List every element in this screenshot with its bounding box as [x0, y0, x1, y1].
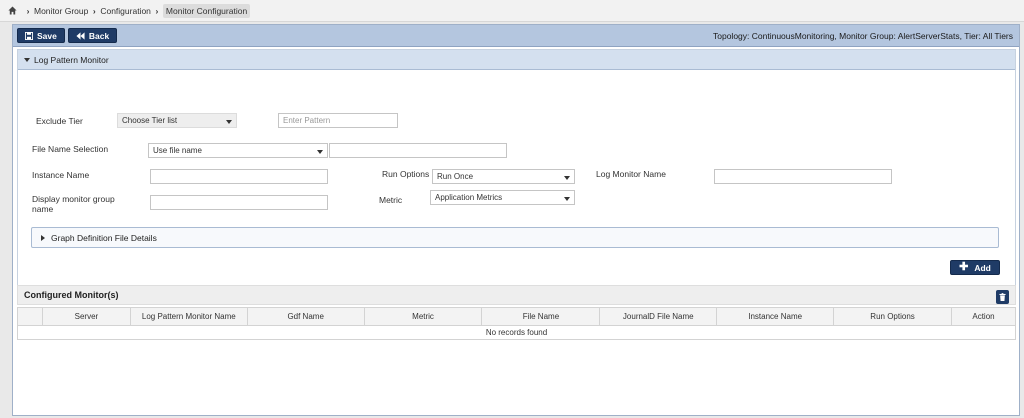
display-monitor-group-label-line1: Display monitor group: [32, 194, 115, 204]
column-header-action: Action: [950, 307, 1017, 326]
instance-name-input[interactable]: [150, 169, 328, 184]
log-pattern-monitor-panel: Log Pattern Monitor Exclude Tier Choose …: [17, 49, 1016, 289]
save-button-label: Save: [37, 30, 57, 41]
file-name-selection-value: Use file name: [153, 146, 202, 155]
caret-right-icon: [41, 234, 45, 241]
back-button[interactable]: Back: [67, 28, 118, 43]
file-name-selection-label: File Name Selection: [32, 144, 109, 154]
add-button[interactable]: ✚ Add: [950, 260, 1000, 275]
display-monitor-group-label-line2: name: [32, 204, 54, 214]
chevron-right-icon: ›: [92, 5, 96, 16]
chevron-down-icon: [226, 120, 232, 124]
column-header-select: [17, 307, 43, 326]
metric-value: Application Metrics: [435, 193, 503, 202]
configured-monitors-table: Server Log Pattern Monitor Name Gdf Name…: [17, 307, 1017, 340]
exclude-tier-label: Exclude Tier: [36, 116, 83, 126]
trash-icon: [999, 293, 1006, 301]
panel-title: Log Pattern Monitor: [34, 54, 109, 65]
run-options-value: Run Once: [437, 172, 474, 181]
run-options-label: Run Options: [382, 169, 430, 179]
save-icon: [25, 31, 33, 40]
breadcrumb-item-monitor-group[interactable]: Monitor Group: [34, 6, 88, 16]
breadcrumb: › Monitor Group › Configuration › Monito…: [0, 0, 1024, 22]
configured-monitors-section: Configured Monitor(s) Server Log Pattern…: [17, 285, 1017, 413]
metric-label: Metric: [379, 195, 403, 205]
file-name-selection-select[interactable]: Use file name: [148, 143, 328, 158]
home-icon[interactable]: [8, 6, 17, 15]
configured-monitors-title: Configured Monitor(s): [24, 290, 119, 300]
log-pattern-monitor-header[interactable]: Log Pattern Monitor: [18, 50, 1015, 70]
add-button-label: Add: [974, 262, 991, 273]
delete-button[interactable]: [996, 290, 1009, 304]
instance-name-label: Instance Name: [32, 170, 90, 180]
exclude-tier-value: Choose Tier list: [122, 116, 178, 125]
back-icon: [76, 31, 85, 40]
back-button-label: Back: [88, 30, 110, 41]
toolbar: Save Back Topology: ContinuousMonitoring…: [13, 25, 1019, 47]
column-header-gdf-name[interactable]: Gdf Name: [246, 307, 365, 326]
graph-definition-file-details[interactable]: Graph Definition File Details: [31, 227, 999, 248]
chevron-right-icon: ›: [155, 5, 159, 16]
gdf-title: Graph Definition File Details: [51, 232, 157, 243]
column-header-server[interactable]: Server: [41, 307, 131, 326]
chevron-down-icon: [564, 176, 570, 180]
save-button[interactable]: Save: [17, 28, 65, 43]
log-monitor-name-input[interactable]: [714, 169, 892, 184]
breadcrumb-item-configuration[interactable]: Configuration: [100, 6, 151, 16]
display-monitor-group-label: Display monitor group name: [32, 194, 115, 214]
plus-icon: ✚: [959, 261, 969, 273]
display-monitor-group-input[interactable]: [150, 195, 328, 210]
chevron-down-icon: [317, 150, 323, 154]
file-name-input[interactable]: [329, 143, 507, 158]
chevron-right-icon: ›: [26, 5, 30, 16]
caret-down-icon: [24, 57, 30, 62]
metric-select[interactable]: Application Metrics: [430, 190, 575, 205]
chevron-down-icon: [564, 197, 570, 201]
breadcrumb-item-monitor-configuration: Monitor Configuration: [162, 3, 251, 18]
exclude-tier-select[interactable]: Choose Tier list: [117, 113, 237, 128]
column-header-log-pattern-monitor-name[interactable]: Log Pattern Monitor Name: [129, 307, 248, 326]
column-header-run-options[interactable]: Run Options: [833, 307, 952, 326]
column-header-file-name[interactable]: File Name: [481, 307, 601, 326]
table-row: No records found: [17, 325, 1016, 340]
column-header-metric[interactable]: Metric: [363, 307, 483, 326]
run-options-select[interactable]: Run Once: [432, 169, 575, 184]
empty-message: No records found: [17, 325, 1016, 340]
pattern-input[interactable]: [278, 113, 398, 128]
topology-info: Topology: ContinuousMonitoring, Monitor …: [713, 31, 1013, 41]
column-header-journald-file-name[interactable]: JournalD File Name: [599, 307, 718, 326]
column-header-instance-name[interactable]: Instance Name: [716, 307, 835, 326]
main-frame: Save Back Topology: ContinuousMonitoring…: [12, 24, 1020, 416]
configured-monitors-header: Configured Monitor(s): [17, 285, 1016, 305]
table-header-row: Server Log Pattern Monitor Name Gdf Name…: [17, 307, 1017, 326]
log-monitor-name-label: Log Monitor Name: [596, 169, 666, 179]
